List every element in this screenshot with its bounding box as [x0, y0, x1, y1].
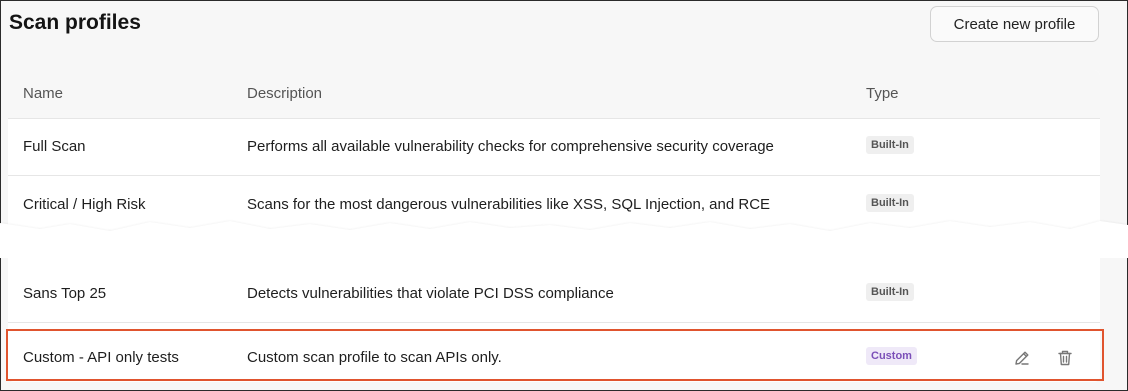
profile-name: Custom - API only tests	[23, 349, 179, 366]
profile-description: Custom scan profile to scan APIs only.	[247, 349, 502, 366]
create-new-profile-button[interactable]: Create new profile	[930, 6, 1099, 42]
profile-description: Performs all available vulnerability che…	[247, 138, 774, 155]
table-row-custom[interactable]: Custom - API only tests Custom scan prof…	[8, 330, 1100, 382]
type-badge-builtin: Built-In	[866, 283, 914, 301]
column-header-description: Description	[247, 85, 323, 102]
column-header-type: Type	[866, 85, 899, 102]
table-row[interactable]: Critical / High Risk Scans for the most …	[8, 177, 1100, 234]
column-header-name: Name	[23, 85, 64, 102]
profile-name: Sans Top 25	[23, 285, 107, 302]
profile-description: Detects vulnerabilities that violate PCI…	[247, 285, 614, 302]
profile-name: Critical / High Risk	[23, 196, 146, 213]
table-row[interactable]: Full Scan Performs all available vulnera…	[8, 119, 1100, 176]
scan-profiles-table: Name Description Type Full Scan Performs…	[8, 70, 1100, 382]
profile-description: Scans for the most dangerous vulnerabili…	[247, 196, 771, 213]
page-header: Scan profiles Create new profile	[1, 1, 1127, 57]
table-row[interactable]: Sans Top 25 Detects vulnerabilities that…	[8, 266, 1100, 323]
type-badge-builtin: Built-In	[866, 194, 914, 212]
trash-icon[interactable]	[1054, 347, 1076, 369]
type-badge-custom: Custom	[866, 347, 917, 365]
profile-name: Full Scan	[23, 138, 86, 155]
pencil-edit-icon[interactable]	[1011, 347, 1033, 369]
page-title: Scan profiles	[9, 11, 141, 34]
table-header-row: Name Description Type	[8, 70, 1100, 119]
type-badge-builtin: Built-In	[866, 136, 914, 154]
